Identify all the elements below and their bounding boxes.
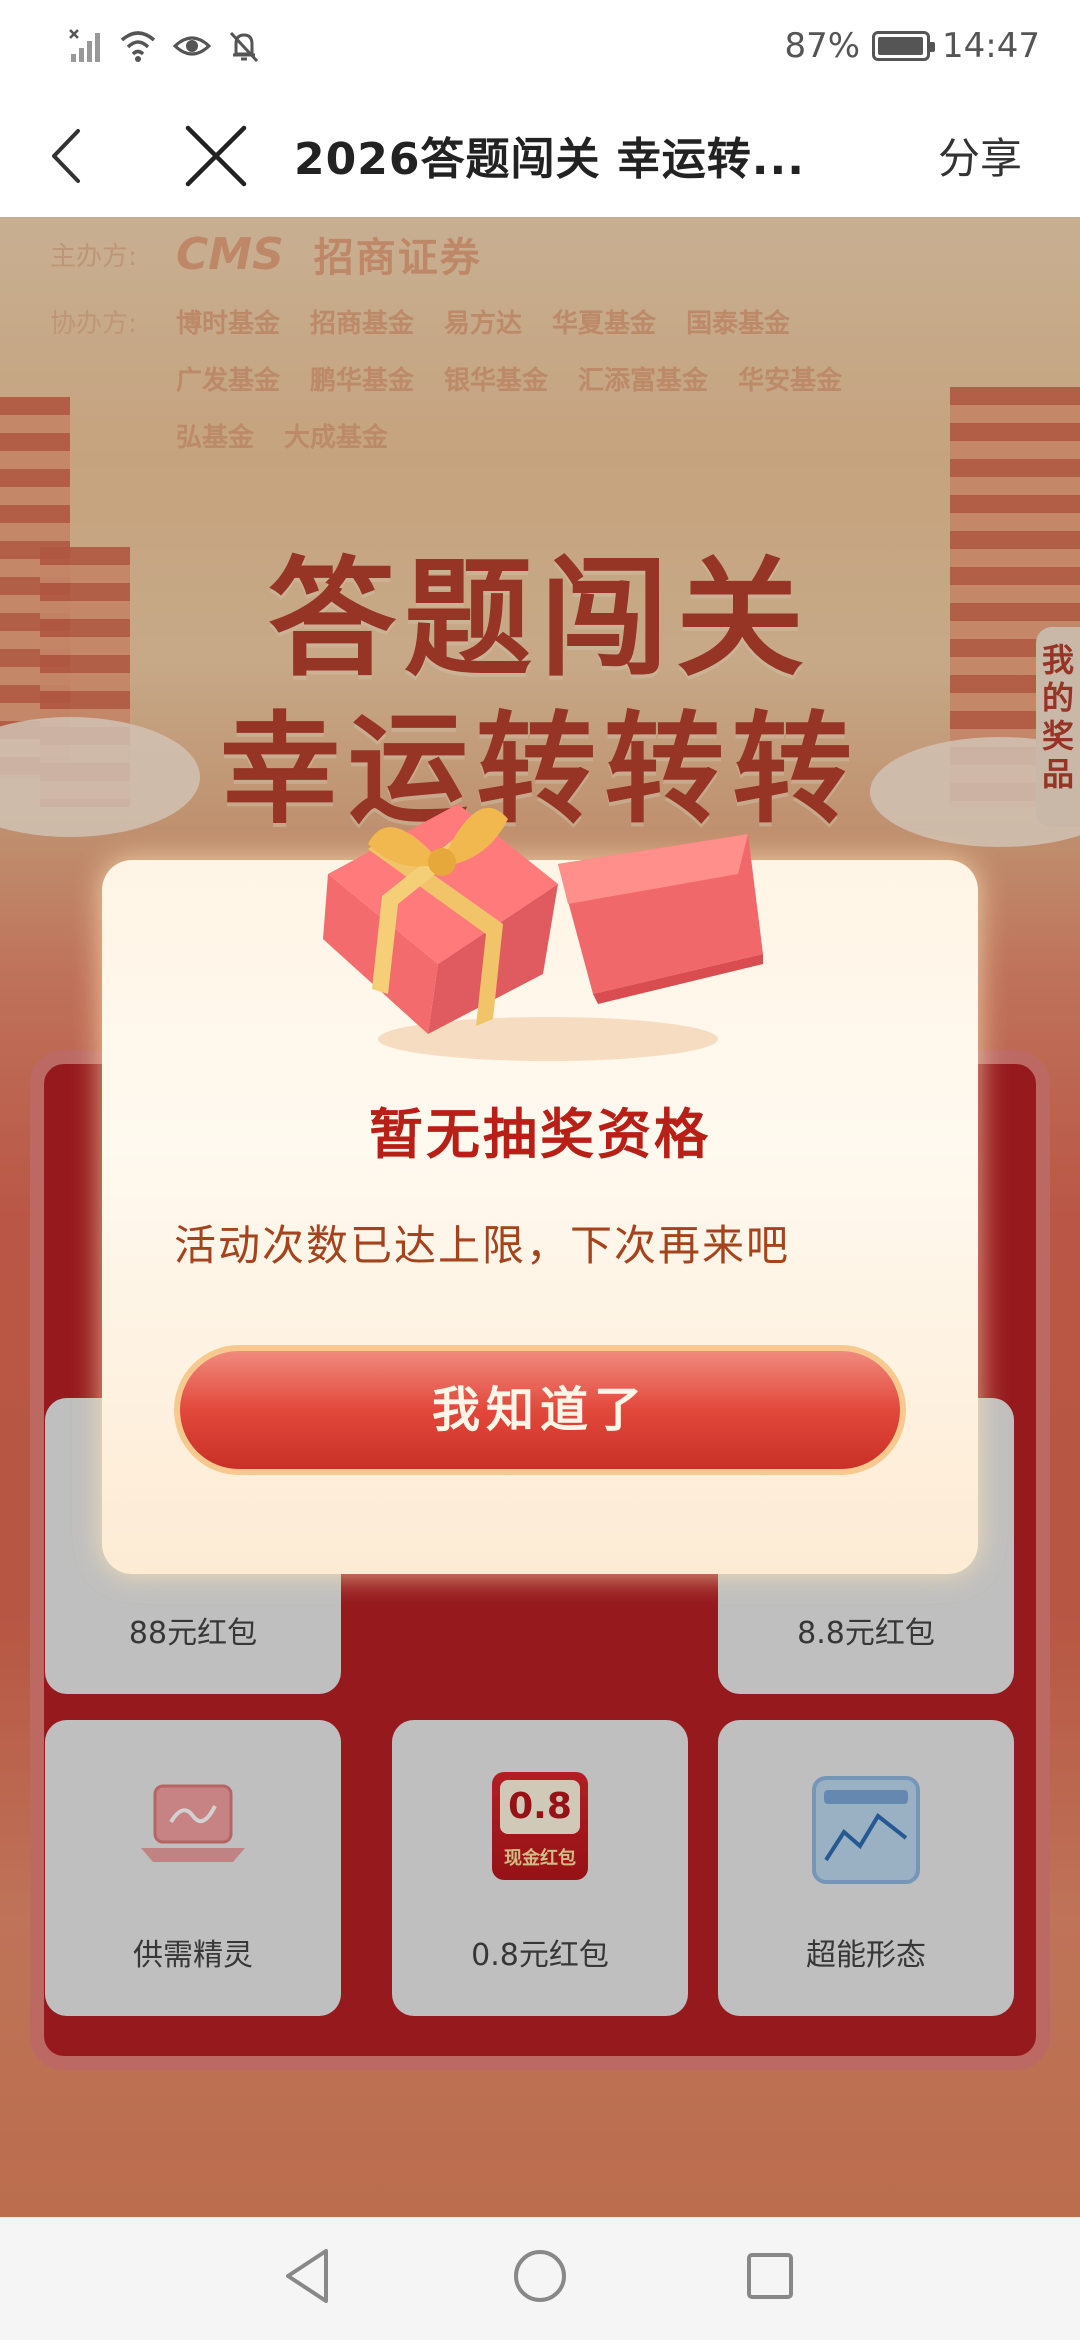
system-home-icon[interactable] xyxy=(505,2241,575,2311)
gift-box-icon xyxy=(323,804,763,1061)
close-icon[interactable] xyxy=(180,120,252,192)
back-arrow-icon[interactable] xyxy=(38,123,98,189)
battery-level xyxy=(878,37,924,55)
dialog-title: 暂无抽奖资格 xyxy=(369,1103,711,1166)
system-navigation-bar xyxy=(0,2217,1080,2340)
share-button[interactable]: 分享 xyxy=(938,125,1022,186)
eye-icon xyxy=(172,36,212,56)
clock-time: 14:47 xyxy=(942,26,1040,66)
system-recents-icon[interactable] xyxy=(735,2241,805,2311)
page-title: 2026答题闯关 幸运转... xyxy=(294,134,805,185)
top-nav-bar: 2026答题闯关 幸运转... 分享 xyxy=(0,95,1080,217)
battery-icon xyxy=(872,31,936,61)
signal-off-icon xyxy=(69,29,100,62)
status-bar: 87% 14:47 xyxy=(0,0,1080,95)
battery-percent: 87% xyxy=(784,26,861,66)
system-back-icon[interactable] xyxy=(274,2241,344,2311)
dialog-message: 活动次数已达上限，下次再来吧 xyxy=(174,1221,791,1270)
bell-muted-icon xyxy=(229,31,259,63)
acknowledge-button[interactable]: 我知道了 xyxy=(174,1345,906,1475)
wifi-icon xyxy=(120,31,156,62)
